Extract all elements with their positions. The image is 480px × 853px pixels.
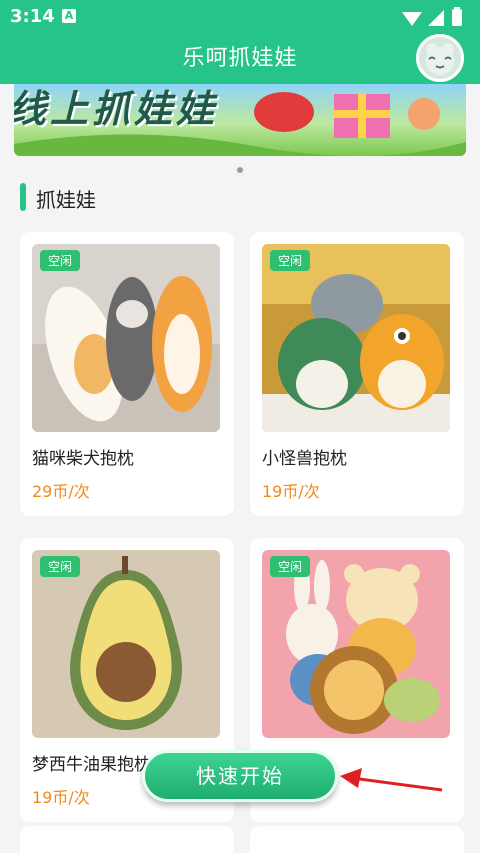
page-title: 乐呵抓娃娃 bbox=[182, 46, 298, 71]
avatar[interactable] bbox=[416, 34, 464, 82]
banner-art bbox=[14, 92, 466, 156]
status-time: 3:14 bbox=[10, 6, 55, 27]
product-image: 空闲 bbox=[262, 550, 450, 738]
next-row-peek bbox=[20, 826, 464, 853]
status-badge: 空闲 bbox=[270, 250, 311, 271]
wifi-icon bbox=[402, 12, 422, 26]
app-header: 乐呵抓娃娃 bbox=[0, 34, 480, 84]
product-image: 空闲 bbox=[32, 244, 220, 432]
product-image: 空闲 bbox=[32, 550, 220, 738]
notification-a-icon: A bbox=[62, 9, 76, 23]
status-bar: 3:14 A bbox=[0, 0, 480, 34]
avatar-frog-icon bbox=[426, 43, 454, 75]
section-title: 抓娃娃 bbox=[36, 188, 96, 212]
product-price: 19币/次 bbox=[262, 482, 320, 501]
arrow-annotation-icon bbox=[340, 768, 443, 792]
plush-bunny-bear-lion-image bbox=[286, 560, 440, 734]
section-accent bbox=[20, 183, 26, 211]
promo-banner[interactable]: 线上抓娃娃 bbox=[14, 84, 466, 156]
product-card[interactable]: 空闲 小怪兽抱枕 19币/次 bbox=[250, 232, 464, 516]
carousel-indicator[interactable] bbox=[237, 167, 243, 173]
status-badge: 空闲 bbox=[270, 556, 311, 577]
product-price: 29币/次 bbox=[32, 482, 90, 501]
product-card[interactable]: 空闲 猫咪柴犬抱枕 29币/次 bbox=[20, 232, 234, 516]
plush-monster-image bbox=[262, 244, 450, 432]
product-name: 小怪兽抱枕 bbox=[262, 449, 347, 466]
product-name: 猫咪柴犬抱枕 bbox=[32, 449, 134, 466]
quick-start-button[interactable]: 快速开始 bbox=[142, 750, 338, 802]
plush-avocado-image bbox=[70, 556, 182, 730]
status-icons bbox=[402, 7, 462, 26]
status-badge: 空闲 bbox=[40, 556, 81, 577]
status-badge: 空闲 bbox=[40, 250, 81, 271]
signal-icon bbox=[428, 10, 444, 26]
product-image: 空闲 bbox=[262, 244, 450, 432]
battery-icon bbox=[452, 9, 462, 26]
plush-cat-shiba-image bbox=[32, 276, 220, 432]
